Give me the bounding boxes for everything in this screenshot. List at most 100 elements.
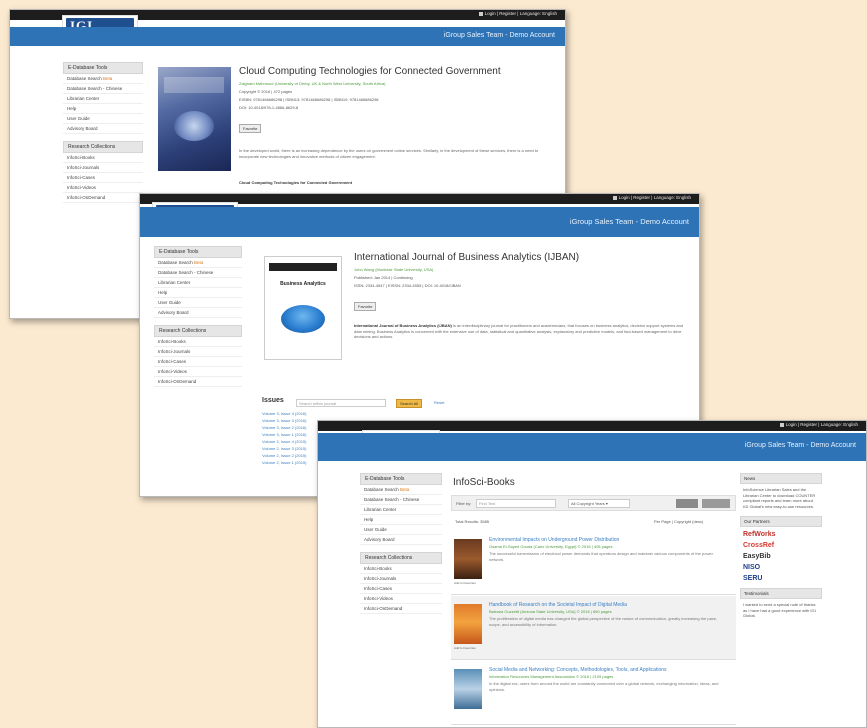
- issue-link[interactable]: Volume 3, Issue 1 (2016): [262, 432, 306, 437]
- sidebar-item-librarian-center[interactable]: Librarian Center: [154, 278, 242, 288]
- journal-identifiers: ISSN: 2334-4547 | EISSN: 2334-4555 | DOI…: [354, 283, 461, 288]
- sidebar-item-advisory-board[interactable]: Advisory Board: [360, 535, 442, 545]
- sidebar-item-infosci-journals[interactable]: InfoSci-Journals: [154, 347, 242, 357]
- result-author[interactable]: Barbara Guzzetti (Arizona State Universi…: [489, 609, 612, 614]
- partner-logo[interactable]: NISO: [743, 564, 819, 571]
- reset-button[interactable]: [702, 499, 730, 508]
- sidebar-item-advisory-board[interactable]: Advisory Board: [63, 124, 143, 134]
- sidebar-item-infosci-cases[interactable]: InfoSci-Cases: [154, 357, 242, 367]
- sidebar-item-librarian-center[interactable]: Librarian Center: [63, 94, 143, 104]
- book-thumbnail[interactable]: [454, 604, 482, 644]
- header-band: iGroup Sales Team - Demo Account: [318, 433, 866, 461]
- sidebar-item-infosci-journals[interactable]: InfoSci-Journals: [360, 574, 442, 584]
- cover-globe: [174, 111, 214, 141]
- testimonials-heading: Testimonials: [740, 588, 822, 599]
- sidebar-item-infosci-videos[interactable]: InfoSci-Videos: [360, 594, 442, 604]
- sidebar-item-infosci-cases[interactable]: InfoSci-Cases: [360, 584, 442, 594]
- result-title[interactable]: Environmental Impacts on Underground Pow…: [489, 537, 619, 543]
- issues-search-input[interactable]: Search within journal: [296, 399, 386, 407]
- sidebar-item-infosci-books[interactable]: InfoSci-Books: [63, 153, 143, 163]
- sidebar-item-database-search[interactable]: Database Search Beta: [360, 485, 442, 495]
- right-column: News InfoScience Librarian Sales and the…: [740, 473, 822, 622]
- header-band: iGroup Sales Team - Demo Account: [10, 27, 565, 46]
- issue-link[interactable]: Volume 3, Issue 3 (2016): [262, 418, 306, 423]
- book-cover[interactable]: [158, 67, 231, 171]
- welcome-text: iGroup Sales Team - Demo Account: [569, 217, 689, 226]
- account-links[interactable]: Login | Register | Language: English: [612, 195, 691, 200]
- result-description: The proliferation of digital media has c…: [489, 616, 718, 627]
- journal-published: Published: Jan 2014 | Continuing: [354, 275, 413, 280]
- book-description-title: Cloud Computing Technologies for Connect…: [239, 180, 353, 185]
- issue-link[interactable]: Volume 2, Issue 2 (2015): [262, 453, 306, 458]
- header-band: iGroup Sales Team - Demo Account: [140, 207, 699, 237]
- book-description: In the developed world, there is an incr…: [239, 148, 539, 159]
- issue-link[interactable]: Volume 3, Issue 4 (2016): [262, 411, 306, 416]
- filter-input[interactable]: Find Text: [476, 499, 556, 508]
- sidebar-item-help[interactable]: Help: [63, 104, 143, 114]
- sidebar-item-advisory-board[interactable]: Advisory Board: [154, 308, 242, 318]
- sidebar-item-infosci-videos[interactable]: InfoSci-Videos: [154, 367, 242, 377]
- sidebar-item-infosci-ondemand[interactable]: InfoSci-OnDemand: [360, 604, 442, 614]
- search-button[interactable]: [676, 499, 698, 508]
- sidebar-item-database-search-chinese[interactable]: Database Search - Chinese: [154, 268, 242, 278]
- issue-link[interactable]: Volume 3, Issue 2 (2016): [262, 425, 306, 430]
- sidebar-item-user-guide[interactable]: User Guide: [63, 114, 143, 124]
- sidebar-item-infosci-journals[interactable]: InfoSci-Journals: [63, 163, 143, 173]
- result-description: The successful transmission of electrica…: [489, 551, 713, 562]
- partners-heading: Our Partners: [740, 516, 822, 527]
- book-editors[interactable]: Zaigham Mahmood (University of Derby, UK…: [239, 81, 386, 86]
- list-item[interactable]: Add to Favorites Handbook of Research on…: [451, 596, 736, 660]
- issue-link[interactable]: Volume 2, Issue 4 (2015): [262, 439, 306, 444]
- filter-label: Filter by:: [456, 501, 472, 506]
- result-title[interactable]: Handbook of Research on the Societal Imp…: [489, 602, 627, 608]
- account-links[interactable]: Login | Register | Language: English: [478, 11, 557, 16]
- partner-logo[interactable]: EasyBib: [743, 553, 819, 560]
- reset-link[interactable]: Reset: [434, 400, 444, 405]
- cover-graphic: [281, 305, 325, 333]
- partner-logo[interactable]: RefWorks: [743, 531, 819, 538]
- favorite-button[interactable]: Favorite: [354, 302, 377, 311]
- list-item[interactable]: Social Media and Networking: Concepts, M…: [451, 661, 736, 725]
- sidebar-item-help[interactable]: Help: [360, 515, 442, 525]
- sidebar-item-librarian-center[interactable]: Librarian Center: [360, 505, 442, 515]
- book-thumbnail[interactable]: [454, 669, 482, 709]
- welcome-text: iGroup Sales Team - Demo Account: [443, 32, 555, 39]
- book-doi: DOI: 10.4018/978-1-4666-8629-8: [239, 105, 299, 110]
- issues-heading: Issues: [262, 397, 284, 404]
- journal-cover[interactable]: Business Analytics: [264, 256, 342, 360]
- account-links[interactable]: Login | Register | Language: English: [779, 422, 858, 427]
- sidebar-item-infosci-videos[interactable]: InfoSci-Videos: [63, 183, 143, 193]
- favorite-button[interactable]: Favorite: [239, 124, 262, 133]
- partner-logo[interactable]: SERU: [743, 575, 819, 582]
- sidebar-item-infosci-ondemand[interactable]: InfoSci-OnDemand: [154, 377, 242, 387]
- cover-masthead: [269, 263, 337, 271]
- issue-link[interactable]: Volume 2, Issue 3 (2015): [262, 446, 306, 451]
- sidebar-item-infosci-books[interactable]: InfoSci-Books: [360, 564, 442, 574]
- results-count: Total Results: 3585: [455, 519, 490, 524]
- sidebar-item-infosci-cases[interactable]: InfoSci-Cases: [63, 173, 143, 183]
- sidebar-item-infosci-ondemand[interactable]: InfoSci-OnDemand: [63, 193, 143, 203]
- partner-logo[interactable]: CrossRef: [743, 542, 819, 549]
- result-author[interactable]: Information Resources Management Associa…: [489, 674, 613, 679]
- journal-editor[interactable]: John Wang (Montclair State University, U…: [354, 267, 433, 272]
- sidebar-item-database-search-chinese[interactable]: Database Search - Chinese: [63, 84, 143, 94]
- sidebar-item-user-guide[interactable]: User Guide: [154, 298, 242, 308]
- result-author[interactable]: Osama El-Sayed Gouda (Cairo University, …: [489, 544, 613, 549]
- sidebar-item-database-search[interactable]: Database Search Beta: [63, 74, 143, 84]
- sidebar-item-infosci-books[interactable]: InfoSci-Books: [154, 337, 242, 347]
- sidebar-item-help[interactable]: Help: [154, 288, 242, 298]
- result-title[interactable]: Social Media and Networking: Concepts, M…: [489, 667, 667, 673]
- copyright-year-select[interactable]: All Copyright Years ▾: [568, 499, 630, 508]
- sidebar-item-database-search[interactable]: Database Search Beta: [154, 258, 242, 268]
- sidebar-item-user-guide[interactable]: User Guide: [360, 525, 442, 535]
- book-thumbnail[interactable]: [454, 539, 482, 579]
- news-text: InfoScience Librarian Sales and the Libr…: [743, 487, 816, 509]
- sort-control[interactable]: Per Page | Copyright (desc): [654, 519, 703, 524]
- book-copyright: Copyright © 2016 | 472 pages: [239, 89, 293, 94]
- lock-icon: [779, 423, 784, 427]
- sidebar-item-database-search-chinese[interactable]: Database Search - Chinese: [360, 495, 442, 505]
- search-all-button[interactable]: Search All: [396, 399, 423, 408]
- issue-link[interactable]: Volume 2, Issue 1 (2015): [262, 460, 306, 465]
- testimonials-text: I wanted to send a special note of thank…: [743, 602, 816, 618]
- list-item[interactable]: Add to Favorites Environmental Impacts o…: [451, 531, 736, 595]
